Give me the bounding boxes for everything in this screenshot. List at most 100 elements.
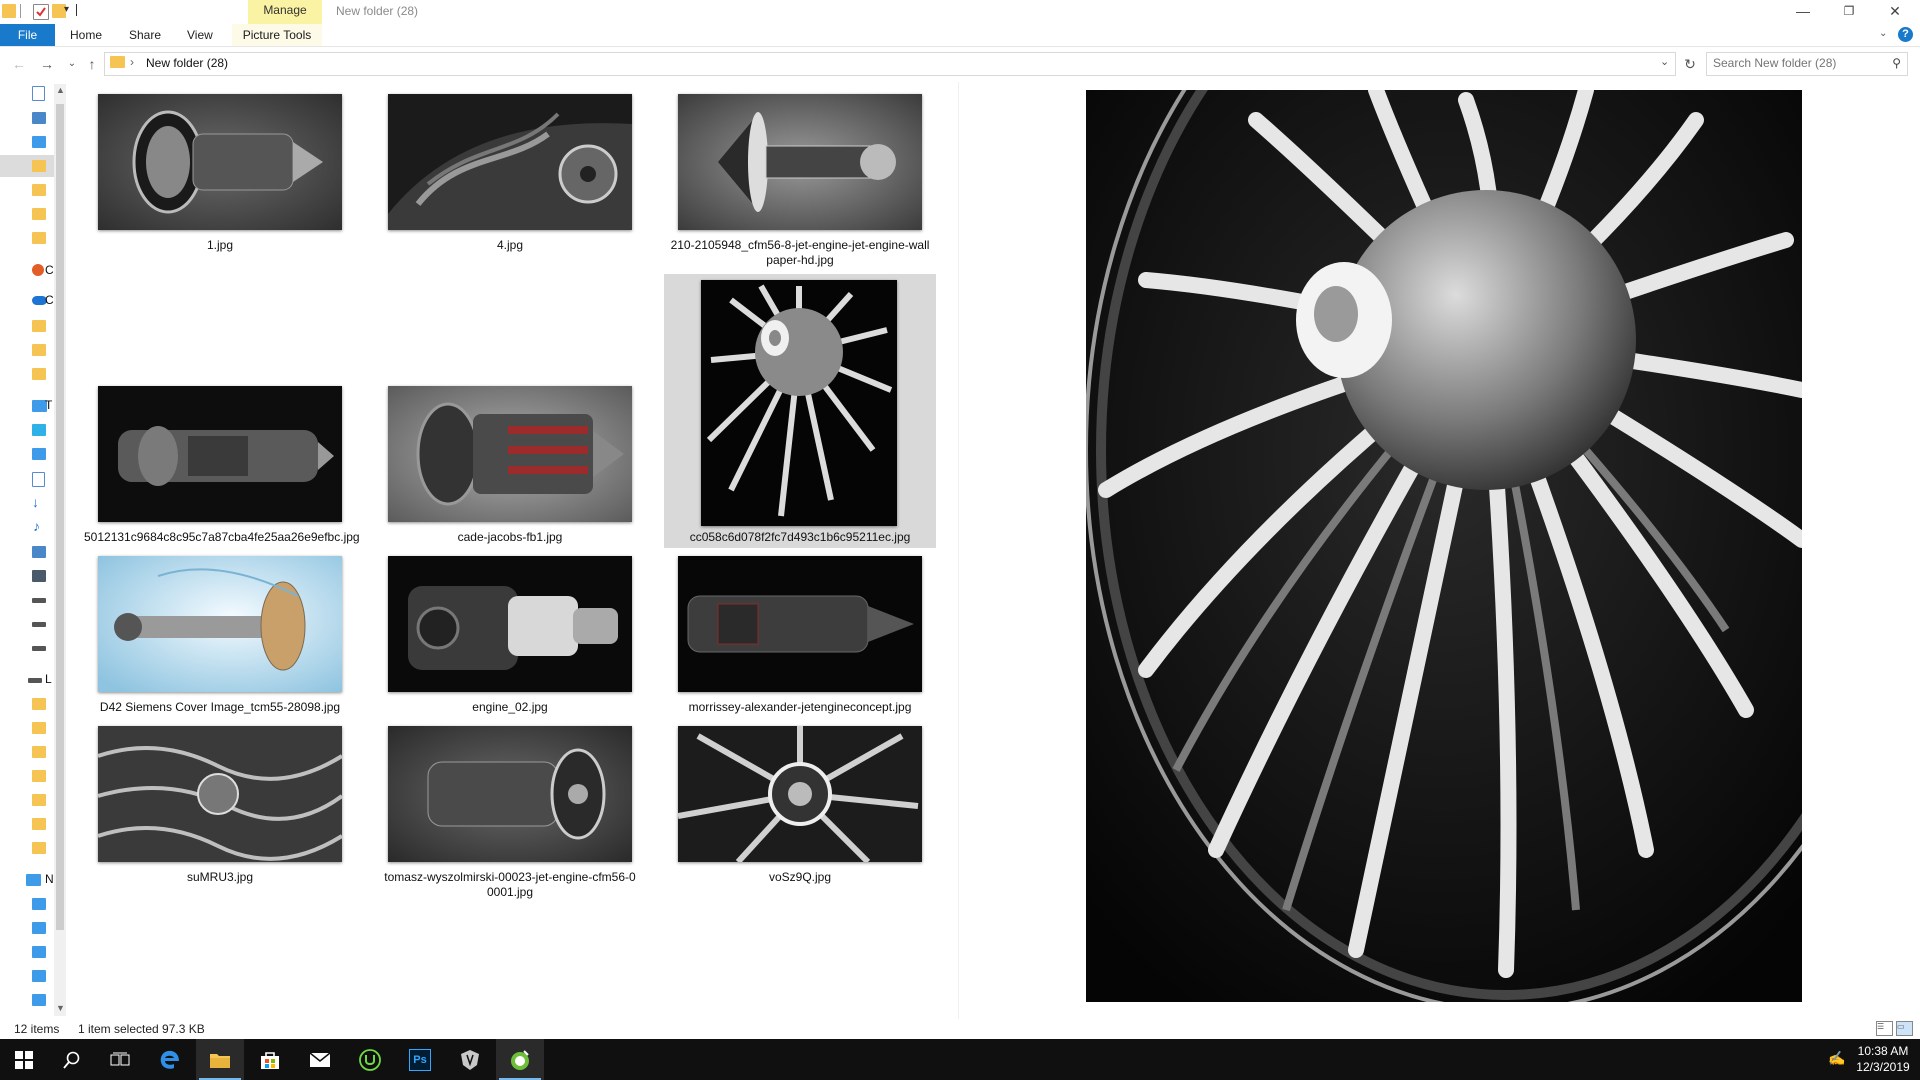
file-name[interactable]: D42 Siemens Cover Image_tcm55-28098.jpg xyxy=(84,700,356,715)
file-thumbnail[interactable] xyxy=(678,94,922,230)
file-tile[interactable]: tomasz-wyszolmirski-00023-jet-engine-cfm… xyxy=(374,718,646,908)
computer-icon[interactable] xyxy=(32,970,46,982)
folder-icon[interactable] xyxy=(32,698,46,710)
file-thumbnail[interactable] xyxy=(388,94,632,230)
file-name[interactable]: cc058c6d078f2fc7d493c1b6c95211ec.jpg xyxy=(664,530,936,545)
maximize-button[interactable]: ❐ xyxy=(1826,0,1872,22)
file-thumbnail[interactable] xyxy=(97,726,344,862)
refresh-button[interactable]: ↻ xyxy=(1678,52,1702,76)
folder-icon[interactable] xyxy=(32,208,46,220)
folder-icon[interactable] xyxy=(32,320,46,332)
file-name[interactable]: morrissey-alexander-jetengineconcept.jpg xyxy=(664,700,936,715)
file-thumbnail[interactable] xyxy=(388,556,632,692)
file-tile[interactable]: 5012131c9684c8c95c7a87cba4fe25aa26e9efbc… xyxy=(84,274,360,548)
computer-icon[interactable] xyxy=(32,994,46,1006)
file-name[interactable]: 4.jpg xyxy=(374,238,646,253)
folder-icon[interactable] xyxy=(32,160,46,172)
file-thumbnail[interactable] xyxy=(677,726,922,865)
folder-icon[interactable] xyxy=(32,722,46,734)
pane-divider[interactable] xyxy=(958,82,959,1019)
file-name[interactable]: 1.jpg xyxy=(84,238,356,253)
file-tile[interactable]: D42 Siemens Cover Image_tcm55-28098.jpg xyxy=(84,548,356,718)
details-view-icon[interactable]: ☰ xyxy=(1876,1021,1893,1036)
folder-icon[interactable] xyxy=(32,232,46,244)
recent-locations-button[interactable]: ⌄ xyxy=(63,55,81,73)
file-thumbnail[interactable] xyxy=(98,386,342,522)
file-name[interactable]: 210-2105948_cfm56-8-jet-engine-jet-engin… xyxy=(664,238,936,268)
folder-icon[interactable] xyxy=(32,184,46,196)
file-name-line2[interactable]: 0001.jpg xyxy=(487,885,533,899)
edge-icon[interactable] xyxy=(146,1039,194,1080)
photoshop-icon[interactable]: Ps xyxy=(396,1039,444,1080)
file-thumbnail[interactable] xyxy=(98,556,342,692)
chevron-down-icon[interactable]: ⌄ xyxy=(1660,55,1669,68)
desktop-icon[interactable] xyxy=(32,136,46,148)
up-button[interactable]: ↑ xyxy=(83,55,101,73)
file-tile-selected[interactable]: cc058c6d078f2fc7d493c1b6c95211ec.jpg xyxy=(664,274,936,548)
search-icon[interactable] xyxy=(48,1039,96,1080)
scroll-up-icon[interactable]: ▲ xyxy=(56,85,65,95)
file-thumbnail[interactable] xyxy=(98,94,342,230)
store-icon[interactable] xyxy=(246,1039,294,1080)
documents-icon[interactable] xyxy=(32,472,45,487)
folder-icon[interactable] xyxy=(32,842,46,854)
drive-icon[interactable] xyxy=(32,622,46,627)
creative-cloud-icon[interactable] xyxy=(32,264,44,276)
file-name-line2[interactable]: paper-hd.jpg xyxy=(766,253,833,267)
breadcrumb[interactable]: New folder (28) xyxy=(146,56,228,70)
folder-icon[interactable] xyxy=(32,746,46,758)
large-icons-view-icon[interactable]: ▭ xyxy=(1896,1021,1913,1036)
nav-label[interactable]: C xyxy=(45,293,54,307)
computer-icon[interactable] xyxy=(32,898,46,910)
tab-manage[interactable]: Manage xyxy=(248,0,322,24)
file-thumbnail[interactable] xyxy=(388,726,632,862)
pictures-icon[interactable] xyxy=(32,546,46,558)
start-icon[interactable] xyxy=(0,1039,48,1080)
file-tile[interactable]: 210-2105948_cfm56-8-jet-engine-jet-engin… xyxy=(664,86,936,276)
file-tile[interactable]: voSz9Q.jpg xyxy=(664,718,936,908)
green-app-icon[interactable] xyxy=(496,1039,544,1080)
file-name[interactable]: suMRU3.jpg xyxy=(84,870,356,885)
file-tile[interactable]: 4.jpg xyxy=(374,86,646,276)
scroll-down-icon[interactable]: ▼ xyxy=(56,1003,65,1013)
tab-share[interactable]: Share xyxy=(129,24,161,46)
desktop-icon[interactable] xyxy=(32,448,46,460)
expand-ribbon-icon[interactable]: ⌄ xyxy=(1879,28,1887,39)
nav-label[interactable]: T xyxy=(45,398,52,412)
file-explorer-icon[interactable] xyxy=(196,1039,244,1080)
picture-icon[interactable] xyxy=(32,112,46,124)
drive-icon[interactable] xyxy=(28,678,42,683)
file-name-line1[interactable]: tomasz-wyszolmirski-00023-jet-engine-cfm… xyxy=(384,870,635,884)
tab-view[interactable]: View xyxy=(187,24,213,46)
search-box[interactable]: ⚲ xyxy=(1706,52,1908,76)
videos-icon[interactable] xyxy=(32,570,46,582)
clock[interactable]: 10:38 AM 12/3/2019 xyxy=(1850,1043,1916,1075)
properties-icon[interactable] xyxy=(33,4,49,20)
nav-label[interactable]: N xyxy=(45,872,54,886)
help-icon[interactable]: ? xyxy=(1898,27,1913,42)
computer-icon[interactable] xyxy=(32,946,46,958)
folder-icon[interactable] xyxy=(32,344,46,356)
file-name[interactable]: voSz9Q.jpg xyxy=(664,870,936,885)
file-name[interactable]: 5012131c9684c8c95c7a87cba4fe25aa26e9efbc… xyxy=(84,530,360,545)
nav-label[interactable]: L xyxy=(45,672,52,686)
tab-picture-tools[interactable]: Picture Tools xyxy=(232,24,322,46)
document-icon[interactable] xyxy=(32,86,45,101)
file-name[interactable]: engine_02.jpg xyxy=(374,700,646,715)
drive-icon[interactable] xyxy=(32,646,46,651)
folder-icon[interactable] xyxy=(32,770,46,782)
music-icon[interactable]: ♪ xyxy=(33,518,40,534)
drive-icon[interactable] xyxy=(32,598,46,603)
file-thumbnail[interactable] xyxy=(701,280,897,526)
downloads-icon[interactable]: ↓ xyxy=(32,494,39,510)
upwork-icon[interactable] xyxy=(346,1039,394,1080)
back-button[interactable]: ← xyxy=(10,55,28,73)
nav-scrollbar-thumb[interactable] xyxy=(56,104,64,930)
customize-quick-access-icon[interactable]: ▾ xyxy=(64,4,69,15)
minimize-button[interactable]: — xyxy=(1780,0,1826,22)
file-tile[interactable]: 1.jpg xyxy=(84,86,356,276)
file-tile[interactable]: engine_02.jpg xyxy=(374,548,646,718)
file-tile[interactable]: suMRU3.jpg xyxy=(84,718,356,908)
folder-icon[interactable] xyxy=(32,794,46,806)
file-thumbnail[interactable] xyxy=(678,556,922,692)
